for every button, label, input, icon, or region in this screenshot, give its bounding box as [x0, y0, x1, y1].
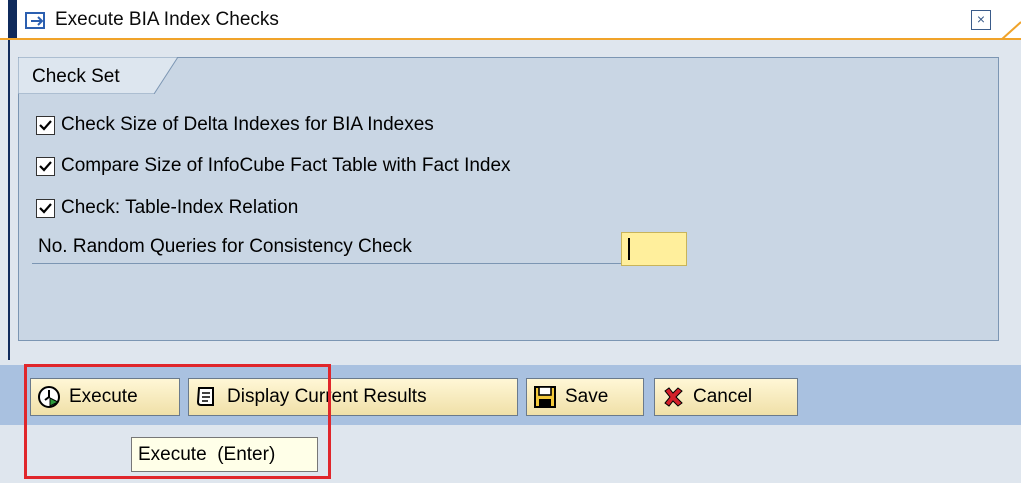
cancel-button[interactable]: Cancel	[654, 378, 798, 416]
dialog-frame-edge	[8, 40, 10, 360]
check-fact-table[interactable]: Compare Size of InfoCube Fact Table with…	[36, 153, 511, 179]
title-accent-line	[0, 38, 1021, 40]
dialog-icon	[25, 12, 45, 29]
random-queries-label: No. Random Queries for Consistency Check	[32, 230, 622, 264]
save-button[interactable]: Save	[526, 378, 644, 416]
checkmark-icon	[39, 160, 52, 172]
close-icon: ×	[976, 11, 986, 27]
check-delta-size-label: Check Size of Delta Indexes for BIA Inde…	[61, 114, 434, 135]
dialog-titlebar: Execute BIA Index Checks ×	[0, 0, 1021, 40]
highlight-annotation	[24, 364, 331, 479]
check-table-index-label: Check: Table-Index Relation	[61, 197, 299, 218]
checkmark-icon	[39, 202, 52, 214]
checkbox-delta-size[interactable]	[36, 115, 55, 135]
check-set-label: Check Set	[32, 66, 120, 87]
dialog-title: Execute BIA Index Checks	[55, 9, 279, 30]
checkbox-fact-table[interactable]	[36, 156, 55, 176]
check-fact-table-label: Compare Size of InfoCube Fact Table with…	[61, 155, 511, 176]
check-delta-size[interactable]: Check Size of Delta Indexes for BIA Inde…	[36, 112, 434, 138]
check-table-index[interactable]: Check: Table-Index Relation	[36, 195, 298, 221]
floppy-save-icon	[534, 386, 556, 408]
title-accent	[1001, 21, 1021, 40]
close-button[interactable]: ×	[971, 10, 991, 30]
red-x-cancel-icon	[664, 387, 683, 407]
titlebar-left-marker	[8, 0, 17, 40]
random-queries-input[interactable]	[621, 232, 687, 266]
checkbox-table-index[interactable]	[36, 198, 55, 218]
cancel-label: Cancel	[693, 386, 753, 407]
checkmark-icon	[39, 119, 52, 131]
save-label: Save	[565, 386, 609, 407]
text-cursor	[628, 238, 630, 260]
